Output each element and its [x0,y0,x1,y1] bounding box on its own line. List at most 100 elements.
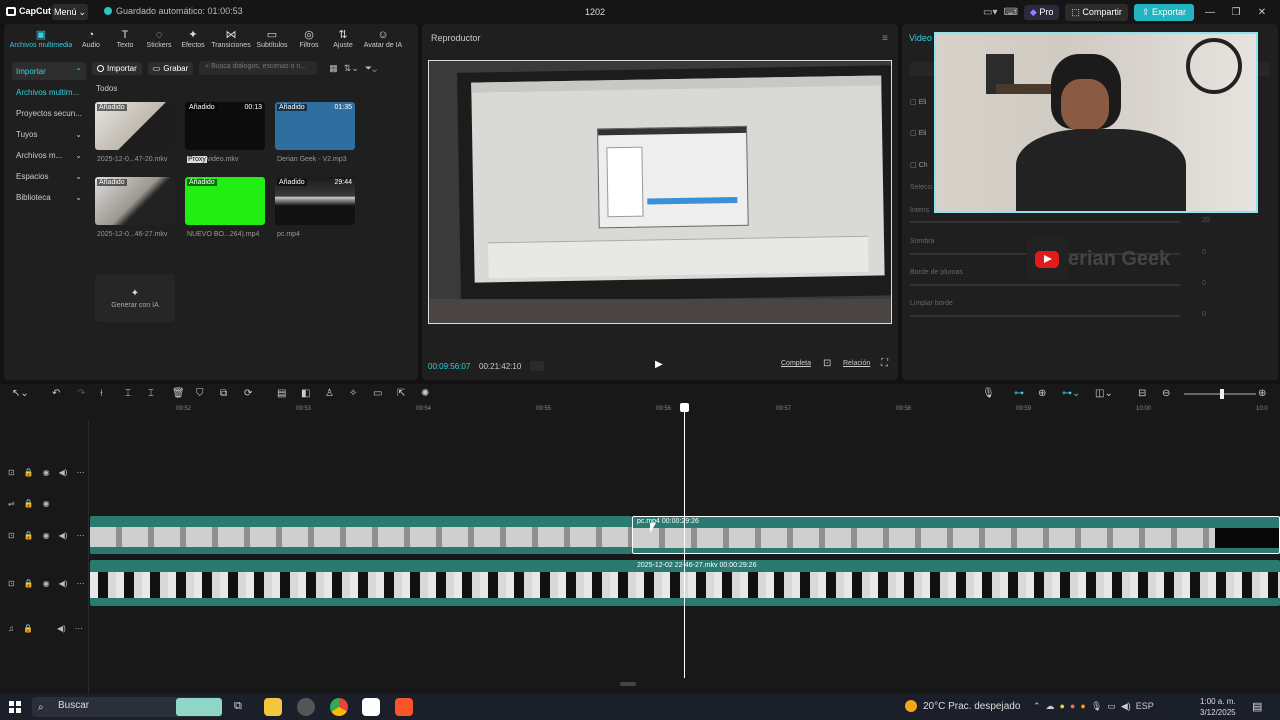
grid-view-icon[interactable]: ▦ [329,63,338,74]
snapshot-icon[interactable]: ⊡ [823,358,831,369]
select-tool-icon[interactable]: ↖⌄ [12,388,29,399]
redo-icon[interactable]: ↷ [77,388,85,399]
zoom-slider-thumb[interactable] [1220,389,1224,399]
network-icon[interactable]: ▭ [1107,701,1116,712]
restore-icon[interactable]: ❐ [1226,7,1246,18]
lock-icon[interactable]: 🔒 [24,531,34,540]
export-button[interactable]: ⇪ Exportar [1133,3,1194,21]
mirror-icon[interactable]: ◧ [301,388,310,399]
export-frame-icon[interactable]: ⇱ [397,388,405,399]
webcam-overlay[interactable] [934,32,1258,213]
playhead-handle[interactable] [680,403,689,412]
tray-app-icon[interactable]: ● [1080,701,1085,712]
lock-icon[interactable]: 🔒 [24,468,34,477]
speaker-icon[interactable]: ◀) [57,624,66,633]
chrome-icon[interactable] [330,698,348,716]
lock-icon[interactable]: 🔒 [23,624,33,633]
quality-button[interactable]: Completa [781,360,811,367]
tab-effects[interactable]: ✦ Efectos [176,24,210,54]
layout-icon[interactable]: ▭▾ [983,7,997,18]
more-icon[interactable]: ⋯ [76,468,84,477]
horizontal-scrollbar[interactable] [620,682,636,686]
notification-icon[interactable]: ▤ [1252,700,1262,713]
import-button[interactable]: Importar [92,61,142,75]
tab-adjust[interactable]: ⇅ Ajuste [326,24,360,54]
feather-slider[interactable] [910,284,1180,286]
more-icon[interactable]: ⋯ [76,531,84,540]
freeze-icon[interactable]: ▤ [277,388,286,399]
cover-icon[interactable]: ⊡ [8,579,15,588]
close-icon[interactable]: ✕ [1252,7,1272,18]
auto-snap-icon[interactable]: ⊶⌄ [1062,388,1080,399]
more-icon[interactable]: ⋯ [76,579,84,588]
media-item[interactable]: Añadido 00:13 [185,102,265,150]
tab-filters[interactable]: ◎ Filtros [292,24,326,54]
pro-button[interactable]: ◆ Pro [1023,4,1060,20]
tab-media[interactable]: ▣ Archivos multimedia [8,24,74,54]
tray-app-icon[interactable]: ● [1070,701,1075,712]
minimize-icon[interactable]: — [1200,7,1220,18]
link-icon[interactable]: ⊶ [1014,388,1024,399]
media-item[interactable]: Añadido [95,177,175,225]
tray-app-icon[interactable]: ● [1060,701,1065,712]
speaker-icon[interactable]: ◀) [59,531,68,540]
speaker-icon[interactable]: ◀) [59,579,68,588]
zoom-in-icon[interactable]: ⊕ [1258,388,1266,399]
share-button[interactable]: ⬚ Compartir [1065,3,1128,21]
intensity-slider[interactable] [910,221,1180,223]
windows-start-icon[interactable] [9,701,21,713]
language-indicator[interactable]: ESP [1136,701,1154,712]
caption-icon[interactable]: ▭ [373,388,382,399]
fullscreen-icon[interactable]: ⛶ [881,358,888,369]
cover-icon[interactable]: ⊡ [8,531,15,540]
tab-stickers[interactable]: ◌ Stickers [142,24,176,54]
sidenav-item-secondary-projects[interactable]: Proyectos secun... [12,104,86,122]
crop-icon[interactable]: ⧉ [220,388,227,399]
sidenav-item-files[interactable]: Archivos m... ⌄ [12,146,86,164]
eye-icon[interactable]: ◉ [43,499,50,508]
weather-widget[interactable]: 20°C Prac. despejado [905,700,1020,712]
task-view-icon[interactable]: ⧉ [234,700,242,713]
menu-button[interactable]: Menú ⌄ [52,4,88,20]
effects-track-icon[interactable]: ⇌ [8,499,15,508]
filter-icon[interactable]: ⏷⌄ [365,63,377,74]
file-explorer-icon[interactable] [264,698,282,716]
prop-checkbox-row[interactable]: ▢ Ch [910,161,928,169]
speed-icon[interactable]: ⟳ [244,388,252,399]
ratio-button[interactable]: Relación [843,360,870,367]
timeline-clip[interactable] [90,516,632,554]
timeline-clip-selected[interactable] [632,516,1280,554]
generate-ai-button[interactable]: ✦ Generar con IA [95,274,175,322]
media-item[interactable]: Añadido [185,177,265,225]
eye-icon[interactable]: ◉ [43,579,50,588]
cover-icon[interactable]: ⊡ [8,468,15,477]
timeline-view-toggle[interactable] [530,361,544,371]
prop-checkbox-row[interactable]: ▢ Eli [910,98,926,106]
tab-text[interactable]: T Texto [108,24,142,54]
media-item[interactable]: Añadido 29:44 [275,177,355,225]
person-icon[interactable]: ♙ [325,388,334,399]
clock[interactable]: 1:00 a. m. 3/12/2025 [1200,696,1236,718]
media-item[interactable]: Añadido 01:35 [275,102,355,150]
eye-icon[interactable]: ◉ [43,531,50,540]
tab-ai-avatar[interactable]: ☺ Avatar de IA [360,24,406,54]
magic-icon[interactable]: ✧ [349,388,357,399]
tab-subtitles[interactable]: ▭ Subtítulos [252,24,292,54]
sidenav-item-yours[interactable]: Tuyos ⌄ [12,125,86,143]
sidenav-item-spaces[interactable]: Espacios ⌄ [12,167,86,185]
split-right-icon[interactable]: ⌶ [148,388,154,399]
split-left-icon[interactable]: ⌶ [125,388,131,399]
playhead[interactable] [684,405,685,678]
lock-icon[interactable]: 🔒 [24,499,34,508]
chevron-up-icon[interactable]: ⌃ [1033,701,1041,712]
microphone-icon[interactable]: 🎙 [982,388,995,399]
split-icon[interactable]: ⟊ [100,388,103,399]
shield-icon[interactable]: ⛉ [196,388,204,399]
zoom-out-icon[interactable]: ⊖ [1162,388,1170,399]
lock-icon[interactable]: 🔒 [24,579,34,588]
tab-transitions[interactable]: ⋈ Transiciones [210,24,252,54]
capcut-icon[interactable] [362,698,380,716]
microphone-icon[interactable]: 🎙 [1091,701,1102,712]
fit-icon[interactable]: ⊟ [1138,388,1146,399]
sidenav-item-import[interactable]: Importar ⌃ [12,62,86,80]
